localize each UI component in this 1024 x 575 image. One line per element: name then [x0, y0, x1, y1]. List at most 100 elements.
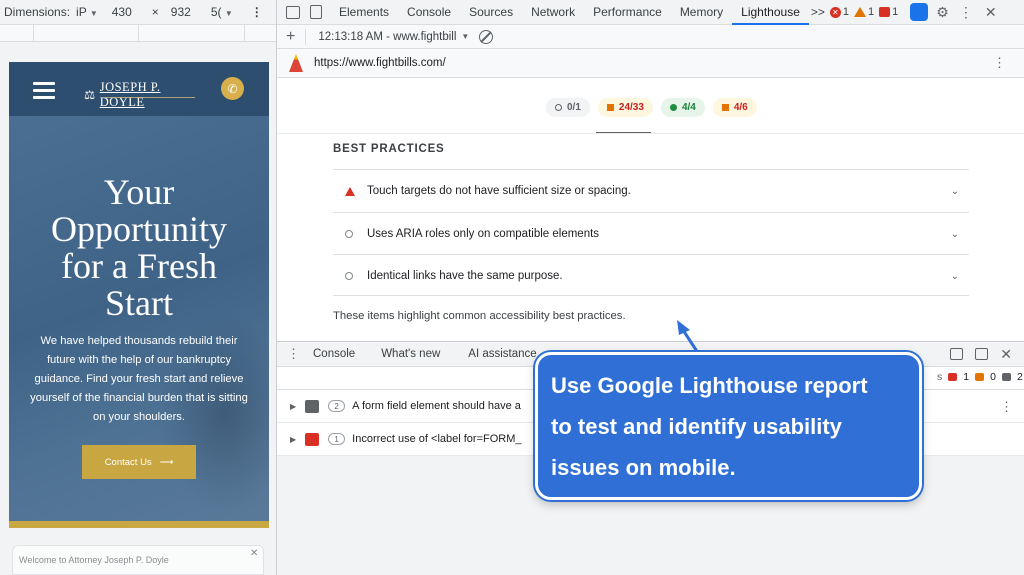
average-square-icon: [721, 104, 729, 111]
welcome-chat-popup[interactable]: Welcome to Attorney Joseph P. Doyle: [12, 545, 264, 575]
hero-title-line: Opportunity: [51, 209, 227, 249]
dock-side-icon[interactable]: [950, 348, 964, 360]
chevron-down-icon: ▼: [89, 9, 98, 18]
device-select-value: iP: [76, 5, 87, 19]
chevron-down-icon: ▼: [224, 9, 233, 18]
expand-arrow-icon[interactable]: ▶: [290, 402, 296, 411]
issue-counts: s 1 0 2: [937, 371, 1023, 383]
score-pill[interactable]: 4/6: [712, 98, 757, 117]
audit-item[interactable]: Uses ARIA roles only on compatible eleme…: [333, 212, 969, 255]
drawer-menu-icon[interactable]: ⋮: [287, 346, 300, 362]
zoom-value: 5(: [210, 5, 222, 19]
chevron-down-icon[interactable]: ⌄: [951, 186, 959, 197]
device-toolbar: Dimensions: iP ▼ 430 × 932 5( ▼ ⋮: [0, 0, 277, 25]
fail-triangle-icon: [345, 186, 355, 196]
drawer-actions: ✕: [950, 346, 1012, 363]
error-count: 1: [963, 371, 970, 383]
drawer-tab-console[interactable]: Console: [300, 348, 368, 360]
chevron-down-icon[interactable]: ▼: [461, 32, 469, 41]
gear-icon[interactable]: ⚙: [936, 4, 949, 21]
issue-icon: [879, 7, 891, 17]
tab-memory[interactable]: Memory: [671, 0, 732, 25]
site-logo[interactable]: ⚖ JOSEPH P. DOYLE: [84, 80, 204, 110]
close-devtools-icon[interactable]: ✕: [985, 4, 997, 21]
callout-line: Use Google Lighthouse report: [551, 373, 868, 398]
info-icon: [1001, 373, 1011, 381]
lighthouse-logo-icon: [289, 54, 303, 72]
contact-us-button[interactable]: Contact Us ⟶: [82, 445, 196, 479]
neutral-circle-icon: [345, 230, 353, 238]
hero-title: Your Opportunity for a Fresh Start: [9, 174, 269, 322]
category-scores: 0/1 24/33 4/4 4/6: [546, 98, 757, 117]
device-select[interactable]: iP ▼: [76, 5, 98, 19]
report-url[interactable]: https://www.fightbills.com/: [314, 57, 446, 69]
tab-network[interactable]: Network: [522, 0, 584, 25]
device-toggle-icon[interactable]: [310, 5, 322, 19]
error-icon: [948, 373, 958, 381]
drawer-tab-ai-assistance[interactable]: AI assistance: [455, 348, 549, 360]
warning-count-badge[interactable]: 1: [854, 6, 874, 18]
height-input[interactable]: 932: [171, 5, 191, 19]
hero-bottom-stripe: [9, 521, 269, 528]
average-square-icon: [606, 104, 614, 111]
report-menu-icon[interactable]: ⋮: [993, 55, 1006, 71]
score-pill[interactable]: 4/4: [660, 98, 705, 117]
issues-count-badge[interactable]: 1: [879, 6, 898, 18]
phone-call-icon[interactable]: ✆: [221, 77, 244, 100]
close-drawer-icon[interactable]: ✕: [1000, 346, 1012, 363]
annotation-callout: Use Google Lighthouse report to test and…: [535, 352, 922, 500]
audit-item[interactable]: Identical links have the same purpose. ⌄: [333, 254, 969, 297]
more-tabs-icon[interactable]: >>: [811, 5, 825, 19]
error-count-badge[interactable]: ✕ 1: [829, 6, 850, 18]
warning-icon: [975, 373, 985, 381]
sync-icon[interactable]: [910, 3, 929, 21]
hero-title-line: Start: [105, 283, 173, 323]
audit-item[interactable]: Touch targets do not have sufficient siz…: [333, 169, 969, 212]
hero-title-line: for a Fresh: [61, 246, 217, 286]
audit-title: Touch targets do not have sufficient siz…: [367, 185, 631, 197]
message-icon: [305, 399, 320, 413]
tab-console[interactable]: Console: [398, 0, 460, 25]
tab-performance[interactable]: Performance: [584, 0, 671, 25]
section-description: These items highlight common accessibili…: [333, 310, 626, 322]
hamburger-menu-icon[interactable]: [33, 82, 55, 99]
tab-lighthouse[interactable]: Lighthouse: [732, 0, 809, 25]
pass-dot-icon: [669, 104, 677, 111]
error-count: 1: [842, 6, 850, 18]
score-label: 4/6: [733, 102, 748, 113]
score-label: 24/33: [618, 102, 644, 113]
undock-icon[interactable]: [975, 348, 989, 360]
clear-reports-icon[interactable]: [479, 29, 494, 44]
tab-elements[interactable]: Elements: [330, 0, 398, 25]
error-icon: ✕: [829, 6, 841, 18]
issue-menu-icon[interactable]: ⋮: [1000, 399, 1013, 415]
warning-icon: [854, 7, 867, 17]
chevron-down-icon[interactable]: ⌄: [951, 271, 959, 282]
toolbar-separator: [305, 28, 307, 45]
issue-count: 1: [328, 433, 346, 445]
zoom-select[interactable]: 5( ▼: [211, 5, 233, 19]
new-report-icon[interactable]: +: [286, 28, 295, 46]
section-title: BEST PRACTICES: [333, 143, 445, 155]
device-more-icon[interactable]: ⋮: [251, 5, 263, 19]
width-input[interactable]: 430: [112, 5, 132, 19]
score-pill[interactable]: 0/1: [546, 98, 590, 117]
inspect-element-icon[interactable]: [286, 5, 300, 19]
more-options-icon[interactable]: ⋮: [959, 4, 973, 21]
tab-sources[interactable]: Sources: [460, 0, 522, 25]
callout-line: to test and identify usability: [551, 414, 842, 439]
devtools-tab-bar: Elements Console Sources Network Perform…: [277, 0, 1024, 25]
warning-count: 1: [868, 6, 875, 18]
drawer-tab-whats-new[interactable]: What's new: [368, 348, 453, 360]
counts-text: s: [937, 371, 943, 383]
expand-arrow-icon[interactable]: ▶: [290, 435, 296, 444]
close-icon[interactable]: ✕: [250, 548, 258, 559]
device-ruler: [0, 25, 277, 42]
score-pill[interactable]: 24/33: [597, 98, 653, 117]
hero-title-line: Your: [103, 172, 175, 212]
callout-line: issues on mobile.: [551, 455, 736, 480]
report-select[interactable]: 12:13:18 AM - www.fightbill: [318, 31, 456, 43]
chevron-down-icon[interactable]: ⌄: [951, 229, 959, 240]
logo-text: JOSEPH P. DOYLE: [99, 80, 161, 109]
info-count: 2: [1016, 371, 1023, 383]
